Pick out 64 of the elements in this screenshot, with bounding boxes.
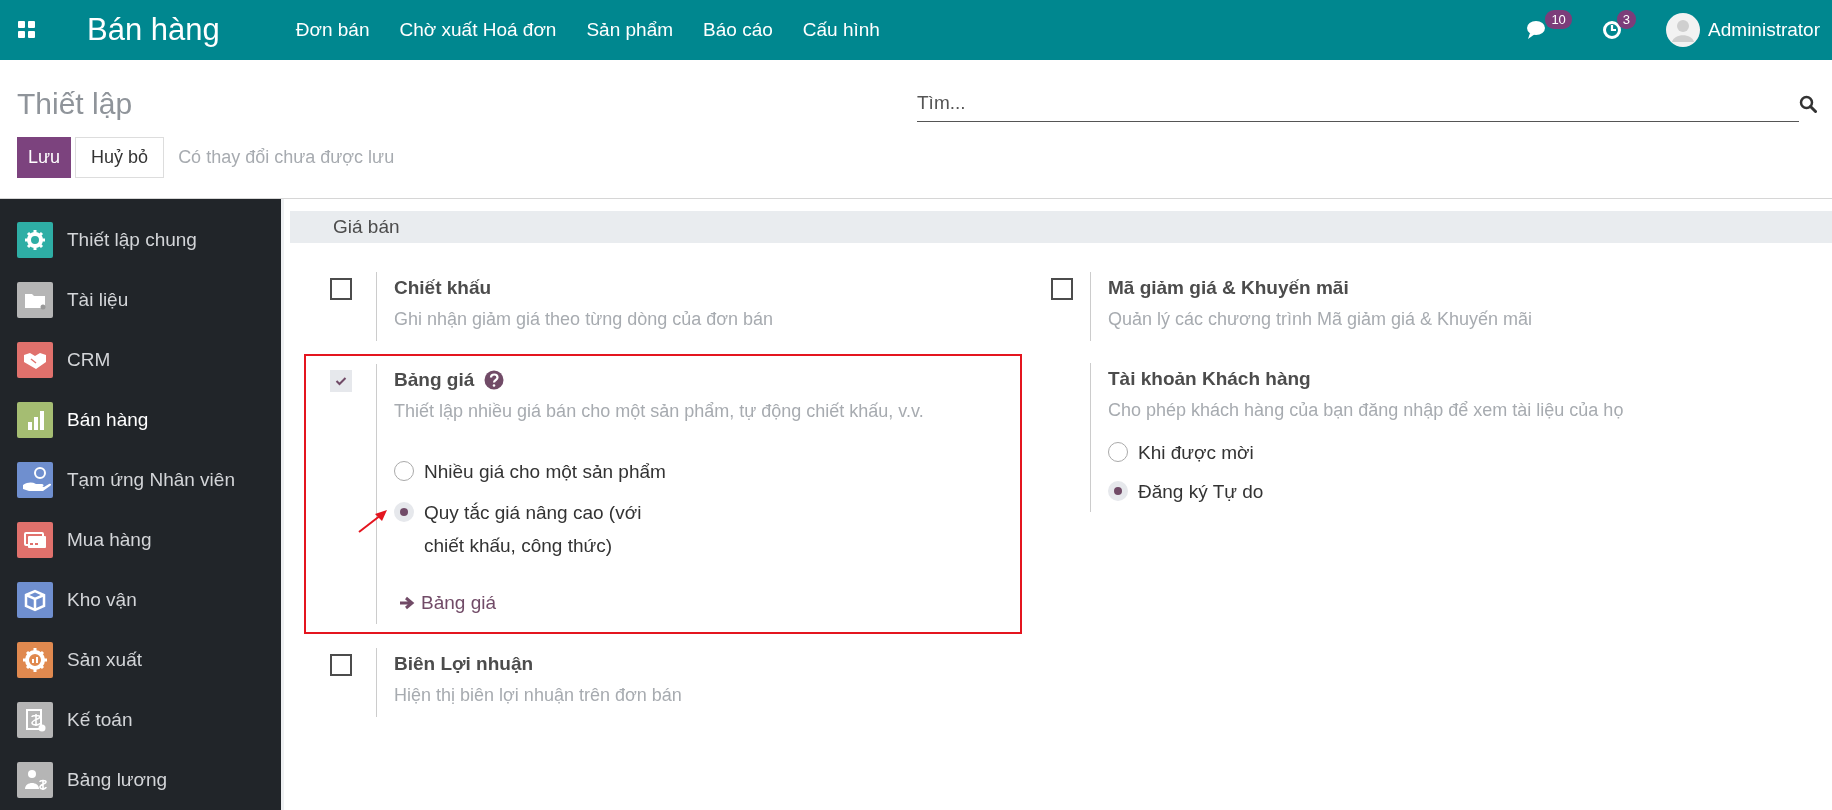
invoice-dollar-icon [17,702,53,738]
option-label[interactable]: Khi được mời [1138,436,1254,469]
section-header: Giá bán [290,211,1832,243]
hand-coin-icon [17,462,53,498]
checkbox[interactable] [330,654,352,676]
bar-chart-icon [17,402,53,438]
sidebar-item[interactable]: Kho vận [0,570,281,630]
radio-button[interactable] [394,461,414,481]
user-name[interactable]: Administrator [1708,19,1820,41]
sidebar-item[interactable]: CRM [0,330,281,390]
radio-button[interactable] [1108,481,1128,501]
avatar-icon[interactable] [1666,13,1701,47]
setting-title: Chiết khấu [394,276,492,299]
activities-count: 3 [1616,10,1637,29]
setting-description: Cho phép khách hàng của bạn đăng nhập để xem tài liệu của họ [1108,399,1625,422]
sidebar-item[interactable]: Kế toán [0,690,281,750]
sidebar-item[interactable]: Bán hàng [0,390,281,450]
unsaved-note: Có thay đổi chưa được lưu [178,147,395,168]
page-title: Thiết lập [17,86,133,121]
menu-item[interactable]: Báo cáo [703,19,773,41]
option-label[interactable]: Nhiều giá cho một sản phẩm [424,455,666,488]
sidebar-item[interactable]: Tài liệu [0,270,281,330]
gear-icon [17,222,53,258]
option-label[interactable]: Quy tắc giá nâng cao (với chiết khấu, công thức) [424,496,686,562]
sidebar-item[interactable]: Mua hàng [0,510,281,570]
credit-card-icon [17,522,53,558]
clock-icon[interactable] [1601,20,1622,40]
sidebar-item[interactable]: Bảng lương [0,750,281,810]
menu-item[interactable]: Sản phẩm [586,19,674,41]
setting-description: Thiết lập nhiều giá bán cho một sản phẩm, tự động chiết khấu, v.v. [394,400,925,423]
save-button[interactable]: Lưu [17,137,72,178]
sidebar-item[interactable]: Thiết lập chung [0,210,281,270]
search-icon[interactable] [1799,94,1817,113]
setting-description: Quản lý các chương trình Mã giảm giá & Khuyến mãi [1108,308,1534,331]
box-icon [17,582,53,618]
search-field[interactable]: Tìm... [917,85,1799,122]
apps-menu-icon[interactable] [18,21,36,39]
radio-button[interactable] [1108,442,1128,462]
checkbox[interactable] [1051,278,1073,300]
help-icon[interactable] [484,369,505,390]
checkmark-icon [335,376,347,386]
messages-count: 10 [1545,10,1572,29]
setting-title: Tài khoản Khách hàng [1108,367,1311,390]
option-label[interactable]: Đăng ký Tự do [1138,475,1264,508]
setting-title: Biên Lợi nhuận [394,652,534,675]
app-title[interactable]: Bán hàng [87,12,220,48]
setting-title: Bảng giá [394,368,475,391]
gear-chart-icon [17,642,53,678]
setting-title: Mã giảm giá & Khuyến mãi [1108,276,1349,299]
pricelist-link[interactable]: Bảng giá [399,592,1020,614]
sidebar-item[interactable]: Sản xuất [0,630,281,690]
radio-button[interactable] [394,502,414,522]
menu-item[interactable]: Đơn bán [295,19,370,41]
person-dollar-icon [17,762,53,798]
sidebar-item[interactable]: Tạm ứng Nhân viên [0,450,281,510]
discard-button[interactable]: Huỷ bỏ [75,137,165,178]
menu-item[interactable]: Cấu hình [802,19,880,41]
setting-description: Hiện thị biên lợi nhuận trên đơn bán [394,684,683,707]
arrow-right-icon [399,596,415,610]
checkbox[interactable] [330,278,352,300]
setting-description: Ghi nhận giảm giá theo từng dòng của đơn bán [394,308,775,331]
menu-item[interactable]: Chờ xuất Hoá đơn [399,19,557,41]
folder-icon [17,282,53,318]
checkbox[interactable] [330,370,352,392]
